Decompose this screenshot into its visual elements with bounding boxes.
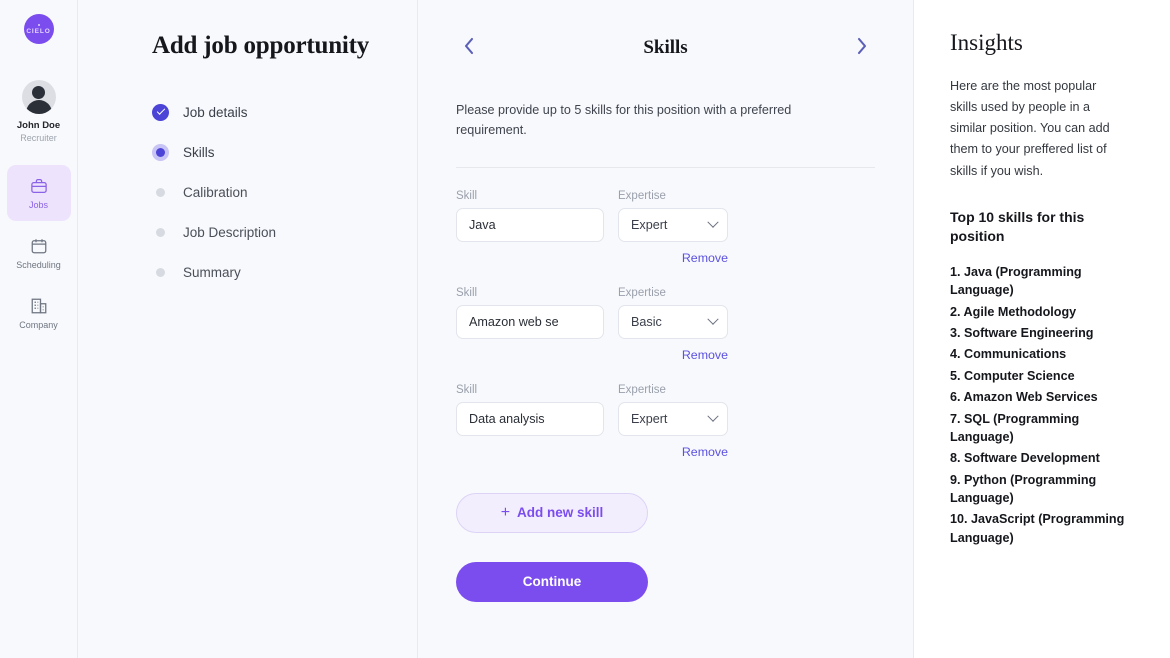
app-root: CIELO John Doe Recruiter Jobs Scheduling… (0, 0, 1170, 658)
step-done-icon (152, 103, 169, 121)
user-name: John Doe (16, 120, 61, 131)
nav-label-jobs: Jobs (28, 199, 48, 210)
step-item-skills[interactable]: Skills (152, 132, 417, 172)
continue-button[interactable]: Continue (456, 561, 648, 602)
user-role: Recruiter (20, 133, 57, 143)
briefcase-icon (30, 177, 48, 195)
expertise-select[interactable]: Expert (618, 207, 728, 242)
list-item[interactable]: 1. Java (Programming Language) (950, 263, 1125, 300)
expertise-value: Expert (631, 217, 668, 232)
nav-label-scheduling: Scheduling (16, 259, 61, 270)
step-current-icon (152, 143, 169, 161)
list-item[interactable]: 7. SQL (Programming Language) (950, 410, 1125, 447)
steps-panel: Add job opportunity Job details Skills C… (78, 0, 418, 658)
skill-label: Skill (456, 286, 478, 299)
step-label: Job details (183, 104, 248, 120)
skill-input[interactable] (456, 401, 604, 436)
step-todo-icon (156, 267, 165, 277)
list-item[interactable]: 9. Python (Programming Language) (950, 471, 1125, 508)
expertise-value: Expert (631, 411, 668, 426)
chevron-right-icon[interactable] (849, 32, 875, 65)
expertise-select[interactable]: Basic (618, 304, 728, 339)
list-item[interactable]: 5. Computer Science (950, 367, 1125, 385)
avatar (21, 80, 56, 114)
expertise-value: Basic (631, 314, 662, 329)
step-item-job-description[interactable]: Job Description (152, 212, 417, 252)
page-title: Add job opportunity (152, 32, 370, 59)
skill-input[interactable] (456, 207, 604, 242)
nav-item-scheduling[interactable]: Scheduling (7, 225, 71, 281)
skill-label: Skill (456, 189, 478, 202)
form-header: Skills (456, 30, 875, 66)
expertise-select[interactable]: Expert (618, 401, 728, 436)
nav-item-jobs[interactable]: Jobs (6, 165, 71, 221)
skills-form-panel: Skills Please provide up to 5 skills for… (418, 0, 914, 658)
step-item-calibration[interactable]: Calibration (152, 172, 417, 212)
skill-label: Skill (456, 383, 478, 396)
divider (456, 166, 875, 168)
insights-subtitle: Top 10 skills for this position (950, 208, 1085, 245)
expertise-label: Expertise (618, 189, 666, 202)
list-item[interactable]: 2. Agile Methodology (950, 303, 1125, 321)
add-new-skill-label: Add new skill (517, 505, 604, 521)
logo-text: CIELO (26, 27, 51, 35)
step-label: Skills (183, 144, 215, 160)
expertise-label: Expertise (618, 383, 666, 396)
list-item[interactable]: 8. Software Development (950, 449, 1125, 467)
expertise-label: Expertise (618, 286, 666, 299)
step-item-job-details[interactable]: Job details (152, 92, 417, 132)
list-item[interactable]: 6. Amazon Web Services (950, 388, 1125, 406)
chevron-down-icon (707, 410, 719, 422)
logo-dot (37, 23, 40, 26)
remove-skill-button[interactable]: Remove (456, 445, 728, 459)
insights-title: Insights (950, 30, 1023, 55)
step-label: Job Description (183, 224, 277, 240)
step-label: Summary (183, 264, 241, 280)
left-nav-rail: CIELO John Doe Recruiter Jobs Scheduling… (0, 0, 78, 658)
skill-input[interactable] (456, 304, 604, 339)
building-icon (30, 297, 48, 315)
skill-row: Skill Expertise Basic Remove (456, 287, 875, 362)
nav-label-company: Company (19, 319, 58, 330)
insights-note: Here are the most popular skills used by… (950, 79, 1110, 178)
calendar-icon (30, 237, 48, 255)
step-todo-icon (156, 227, 165, 237)
insights-panel: Insights Here are the most popular skill… (914, 0, 1170, 658)
step-todo-icon (156, 187, 165, 197)
chevron-down-icon (707, 216, 719, 228)
cielo-logo[interactable]: CIELO (23, 14, 54, 44)
skill-row: Skill Expertise Expert Remove (456, 190, 875, 265)
avatar-head (32, 86, 45, 99)
user-profile[interactable]: John Doe Recruiter (17, 80, 60, 143)
remove-skill-button[interactable]: Remove (456, 251, 728, 265)
form-description: Please provide up to 5 skills for this p… (456, 103, 792, 138)
avatar-body (25, 100, 52, 114)
step-item-summary[interactable]: Summary (152, 252, 417, 292)
list-item[interactable]: 10. JavaScript (Programming Language) (950, 510, 1125, 547)
step-label: Calibration (183, 184, 248, 200)
top-skills-list: 1. Java (Programming Language) 2. Agile … (950, 263, 1140, 547)
skill-row: Skill Expertise Expert Remove (456, 384, 875, 459)
form-title: Skills (643, 37, 688, 58)
step-list: Job details Skills Calibration Job Descr… (152, 92, 417, 292)
plus-icon: + (500, 503, 511, 521)
list-item[interactable]: 4. Communications (950, 345, 1125, 363)
list-item[interactable]: 3. Software Engineering (950, 324, 1125, 342)
nav-list: Jobs Scheduling Company (0, 165, 77, 345)
chevron-down-icon (707, 313, 719, 325)
add-new-skill-button[interactable]: + Add new skill (456, 492, 648, 533)
chevron-left-icon[interactable] (456, 32, 482, 65)
remove-skill-button[interactable]: Remove (456, 348, 728, 362)
nav-item-company[interactable]: Company (7, 285, 71, 341)
